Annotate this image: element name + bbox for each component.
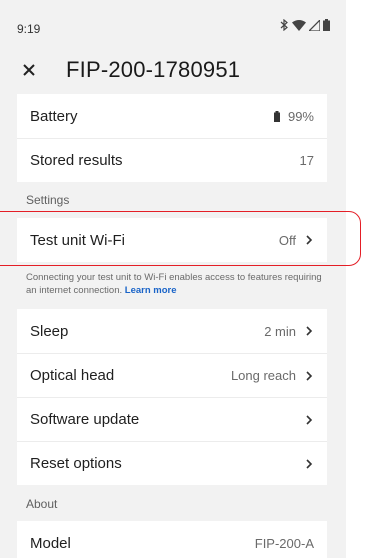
phone-screen: 9:19 FIP-200-1780951 Battery 99% Stored … <box>0 0 346 558</box>
battery-level-icon <box>273 110 280 122</box>
app-bar: FIP-200-1780951 <box>0 50 346 94</box>
page-title: FIP-200-1780951 <box>66 57 241 82</box>
sleep-value: 2 min <box>264 323 296 339</box>
chevron-right-icon <box>306 326 313 336</box>
battery-value: 99% <box>287 108 314 124</box>
optical-head-label: Optical head <box>30 367 115 384</box>
stored-results-row: Stored results 17 <box>17 138 327 182</box>
battery-icon <box>323 19 330 31</box>
wifi-hint: Connecting your test unit to Wi-Fi enabl… <box>26 272 322 297</box>
status-icons <box>280 19 330 31</box>
reset-options-row[interactable]: Reset options <box>17 441 327 485</box>
chevron-right-icon <box>306 370 313 381</box>
stored-results-label: Stored results <box>30 152 123 169</box>
learn-more-link[interactable]: Learn more <box>125 285 177 296</box>
model-row: Model FIP-200-A <box>17 521 327 558</box>
wifi-label: Test unit Wi-Fi <box>30 231 126 249</box>
test-unit-wifi-row[interactable]: Test unit Wi-Fi Off <box>17 218 327 262</box>
software-update-row[interactable]: Software update <box>17 397 327 441</box>
sleep-label: Sleep <box>30 322 69 340</box>
optical-head-row[interactable]: Optical head Long reach <box>17 353 327 397</box>
software-update-label: Software update <box>30 411 140 428</box>
about-card: Model FIP-200-A <box>17 521 327 558</box>
about-header: About <box>26 497 58 511</box>
chevron-right-icon <box>306 458 313 469</box>
wifi-value: Off <box>278 232 296 248</box>
battery-row: Battery 99% <box>17 94 327 138</box>
cellular-icon <box>309 19 320 31</box>
settings-header: Settings <box>26 193 70 207</box>
optical-head-value: Long reach <box>230 368 296 383</box>
battery-label: Battery <box>30 107 78 125</box>
model-value: FIP-200-A <box>254 535 314 551</box>
bluetooth-icon <box>280 19 288 31</box>
wifi-card: Test unit Wi-Fi Off <box>17 218 327 262</box>
sleep-row[interactable]: Sleep 2 min <box>17 309 327 353</box>
chevron-right-icon <box>306 414 313 425</box>
info-card: Battery 99% Stored results 17 <box>17 94 327 182</box>
close-icon[interactable] <box>20 61 38 79</box>
settings-card: Sleep 2 min Optical head Long reach Soft… <box>17 309 327 485</box>
status-time: 9:19 <box>17 22 41 36</box>
model-label: Model <box>30 534 71 552</box>
reset-options-label: Reset options <box>30 455 122 472</box>
stored-results-value: 17 <box>299 153 314 168</box>
status-bar: 9:19 <box>0 0 346 50</box>
wifi-icon <box>292 19 306 31</box>
chevron-right-icon <box>306 235 313 245</box>
